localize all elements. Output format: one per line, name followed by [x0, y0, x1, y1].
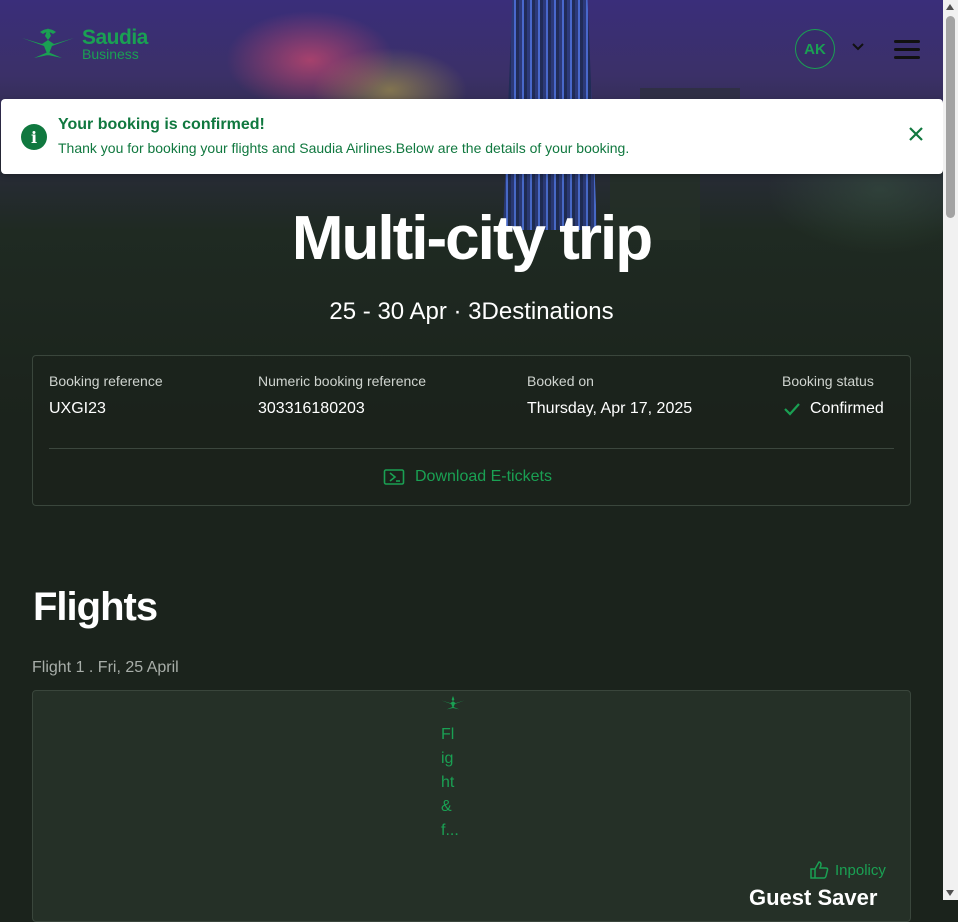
flight-date-label: Flight 1 . Fri, 25 April: [32, 659, 179, 676]
toast-title: Your booking is confirmed!: [58, 116, 265, 133]
booking-reference-field: Booking reference UXGI23: [49, 373, 163, 418]
fare-name: Guest Saver: [749, 885, 878, 910]
booked-on-label: Booked on: [527, 373, 594, 389]
brand-sub: Business: [82, 46, 139, 62]
scroll-up-icon[interactable]: [946, 4, 954, 10]
chevron-down-icon[interactable]: [851, 40, 865, 54]
inpolicy-badge: Inpolicy: [809, 861, 886, 879]
user-avatar[interactable]: AK: [795, 29, 835, 69]
saudia-logo-icon: [441, 695, 465, 710]
booked-on-field: Booked on Thursday, Apr 17, 2025: [527, 373, 692, 418]
trip-subtitle: 25 - 30 Apr · 3Destinations: [329, 298, 614, 325]
brand-name: Saudia: [82, 26, 148, 49]
info-icon: i: [21, 124, 47, 150]
flight-card[interactable]: Flight & f... Inpolicy Guest Saver: [32, 690, 911, 922]
flight-operator-text: Flight & f...: [441, 726, 459, 839]
checkmark-icon: [784, 403, 800, 416]
hamburger-menu-icon[interactable]: [894, 40, 920, 60]
booking-status-label: Booking status: [782, 373, 874, 389]
site-header: Saudia Business AK: [0, 0, 943, 100]
scroll-down-icon[interactable]: [946, 890, 954, 896]
booking-summary-card: Booking reference UXGI23 Numeric booking…: [32, 355, 911, 506]
numeric-reference-field: Numeric booking reference 303316180203: [258, 373, 426, 418]
close-icon[interactable]: [906, 124, 926, 144]
scrollbar-thumb[interactable]: [946, 16, 955, 218]
booking-reference-label: Booking reference: [49, 373, 163, 389]
download-etickets-button[interactable]: Download E-tickets: [383, 468, 552, 486]
thumbs-up-icon: [810, 861, 829, 879]
download-etickets-label: Download E-tickets: [415, 468, 552, 485]
flights-heading: Flights: [33, 585, 158, 629]
trip-title: Multi-city trip: [291, 204, 653, 273]
booked-on-value: Thursday, Apr 17, 2025: [527, 400, 693, 417]
inpolicy-label: Inpolicy: [835, 861, 886, 879]
booking-status-value: Confirmed: [810, 400, 884, 417]
brand-logo[interactable]: Saudia Business: [20, 26, 148, 66]
booking-reference-value: UXGI23: [49, 400, 106, 417]
vertical-scrollbar[interactable]: [943, 0, 958, 900]
numeric-reference-value: 303316180203: [258, 400, 365, 417]
booking-confirmed-toast: i Your booking is confirmed! Thank you f…: [1, 99, 943, 174]
booking-status-field: Booking status Confirmed: [782, 373, 884, 418]
divider: [49, 448, 894, 449]
numeric-reference-label: Numeric booking reference: [258, 373, 427, 389]
ticket-icon: [383, 469, 405, 485]
toast-message: Thank you for booking your flights and S…: [58, 140, 630, 156]
saudia-logo-icon: [22, 28, 74, 58]
